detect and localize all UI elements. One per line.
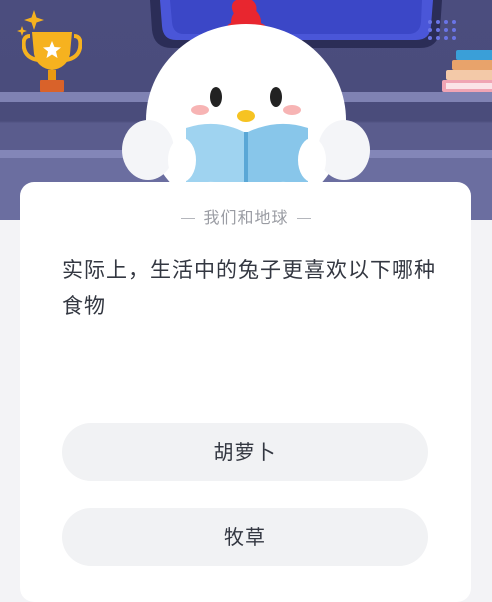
books-icon xyxy=(442,50,492,92)
divider-left xyxy=(181,218,196,219)
question-text: 实际上，生活中的兔子更喜欢以下哪种食物 xyxy=(62,258,436,318)
answer-option-1[interactable]: 胡萝卜 xyxy=(62,423,428,481)
chick-mascot xyxy=(122,0,370,200)
category-subtitle: 我们和地球 xyxy=(0,204,492,228)
answer-option-2[interactable]: 牧草 xyxy=(62,508,428,566)
divider-right xyxy=(296,218,311,219)
subtitle-text: 我们和地球 xyxy=(203,208,289,227)
trophy-icon xyxy=(22,32,82,92)
